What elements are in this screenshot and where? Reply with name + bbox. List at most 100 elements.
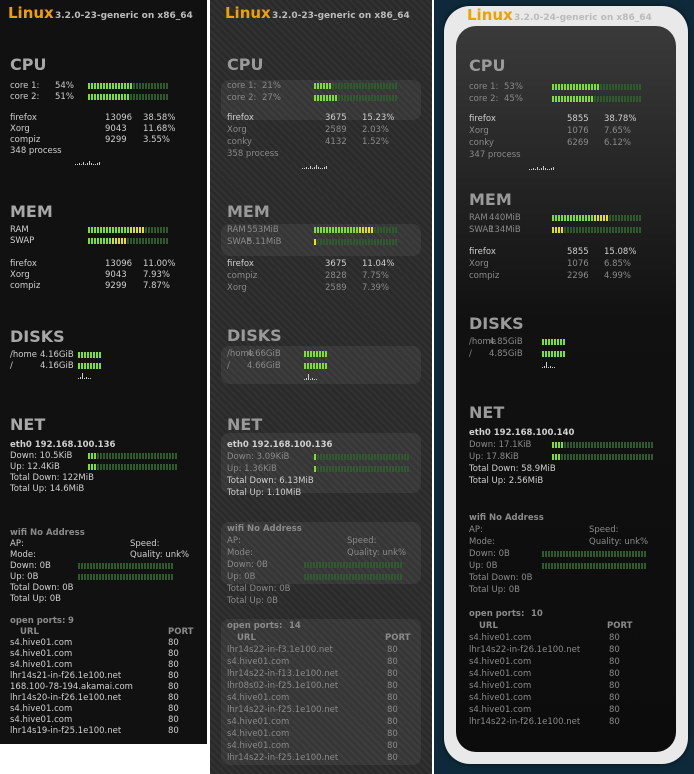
cpu-title: CPU [10,55,47,74]
port-row-url: s4.hive01.com [10,715,73,725]
port-row-port: 80 [168,671,179,681]
process-cpu-pct: 38.78% [604,114,637,124]
mem-bar [88,238,168,244]
disk-bar [304,363,327,369]
cpu-core-bar [314,95,397,101]
mem-process-pid: 3675 [325,259,347,269]
port-row-url: s4.hive01.com [10,704,73,714]
disk-graph [78,369,91,379]
wifi-up-bar [542,563,646,569]
net-total-up: Total Up: 14.6MiB [10,484,85,494]
port-row-port: 80 [609,717,620,727]
wifi-up: Up: 0B [469,561,498,571]
mem-process-name: firefox [469,247,496,257]
port-row-url: lhr14s22-in-f26.1e100.net [469,645,581,655]
port-row-url: lhr08s02-in-f25.1e100.net [227,681,339,691]
cpu-core-label: core 2: [469,94,499,104]
mem-process-pct: 6.85% [604,259,632,269]
port-row-port: 80 [609,693,620,703]
wifi-total-down: Total Down: 0B [10,583,74,593]
wifi-mode: Mode: [10,550,37,560]
port-row-port: 80 [609,705,620,715]
ports-title: open ports: [227,621,283,631]
wifi-title: wifi No Address [227,524,302,534]
wifi-down: Down: 0B [469,549,510,559]
ports-col-url: URL [479,621,498,631]
kernel-version: 3.2.0-24-generic on x86_64 [514,13,652,23]
mem-process-pct: 11.04% [362,259,395,269]
wifi-up-bar [78,574,173,580]
mem-bar [314,227,397,233]
disk-bar [542,339,565,345]
process-count: 358 process [227,149,279,159]
process-pid: 1076 [567,126,589,136]
cpu-core-label: core 2: [227,93,257,103]
conky-panel-3: Linux 3.2.0-24-generic on x86_64 CPU core 1… [434,0,694,774]
kernel-version: 3.2.0-23-generic on x86_64 [55,11,193,21]
mem-process-pct: 7.39% [362,283,390,293]
port-row-port: 80 [168,649,179,659]
disk-bar [304,351,327,357]
cpu-core-label: core 1: [469,82,499,92]
process-cpu-pct: 15.23% [362,113,395,123]
port-row-url: lhr14s22-in-f13.1e100.net [227,669,339,679]
disk-used-value: 4.66GiB [247,349,281,359]
net-title: NET [227,415,263,434]
cpu-core-bar [314,83,397,89]
mem-process-pct: 15.08% [604,247,637,257]
port-row-url: s4.hive01.com [10,660,73,670]
mem-process-pct: 11.00% [143,259,176,269]
wifi-speed: Speed: [347,536,377,546]
wifi-ap: AP: [227,536,241,546]
cpu-graph [302,159,327,169]
process-cpu-pct: 1.52% [362,137,390,147]
mem-process-name: compiz [10,281,41,291]
mem-label: RAM [227,225,246,235]
port-row-url: s4.hive01.com [469,693,532,703]
mem-process-pid: 1076 [567,259,589,269]
process-cpu-pct: 3.55% [143,135,171,145]
process-pid: 9299 [105,135,127,145]
mem-process-pct: 7.93% [143,270,171,280]
process-cpu-pct: 11.68% [143,124,176,134]
net-up-speed: Up: 1.36KiB [227,464,277,474]
wifi-down-bar [78,563,173,569]
net-total-up: Total Up: 1.10MiB [227,488,302,498]
disk-bar [78,352,101,358]
panel-inner [456,26,676,752]
process-pid: 5855 [567,114,589,124]
port-row-url: lhr14s22-in-f3.1e100.net [227,645,333,655]
cpu-core-value: 27% [262,93,281,103]
process-cpu-pct: 2.03% [362,125,390,135]
port-row-port: 80 [168,638,179,648]
cpu-title: CPU [227,55,264,74]
mem-process-name: Xorg [469,259,489,269]
disks-title: DISKS [10,327,65,346]
net-up-speed: Up: 17.8KiB [469,452,519,462]
disks-title: DISKS [469,314,524,333]
mem-process-pct: 7.87% [143,281,171,291]
port-row-url: lhr14s20-in-f26.1e100.net [10,693,122,703]
wifi-down: Down: 0B [227,560,268,570]
process-cpu-pct: 38.58% [143,113,176,123]
os-logo-text: Linux [8,4,54,22]
mem-process-name: compiz [227,271,258,281]
port-row-port: 80 [387,753,398,763]
port-row-port: 80 [387,705,398,715]
cpu-core-bar [88,83,168,89]
wifi-speed: Speed: [589,525,619,535]
wifi-up-bar [304,574,402,580]
wifi-ap: AP: [10,539,24,549]
mem-bar [88,227,168,233]
disk-used-value: 4.16GiB [40,361,74,371]
mem-process-name: Xorg [10,270,30,280]
port-row-url: s4.hive01.com [10,638,73,648]
port-row-port: 80 [609,669,620,679]
ports-count: 9 [68,616,74,626]
disk-mount-label: / [10,361,13,371]
wifi-total-up: Total Up: 0B [227,596,278,606]
port-row-url: s4.hive01.com [469,669,532,679]
net-title: NET [469,403,505,422]
cpu-core-value: 54% [55,81,74,91]
wifi-down-bar [304,562,402,568]
